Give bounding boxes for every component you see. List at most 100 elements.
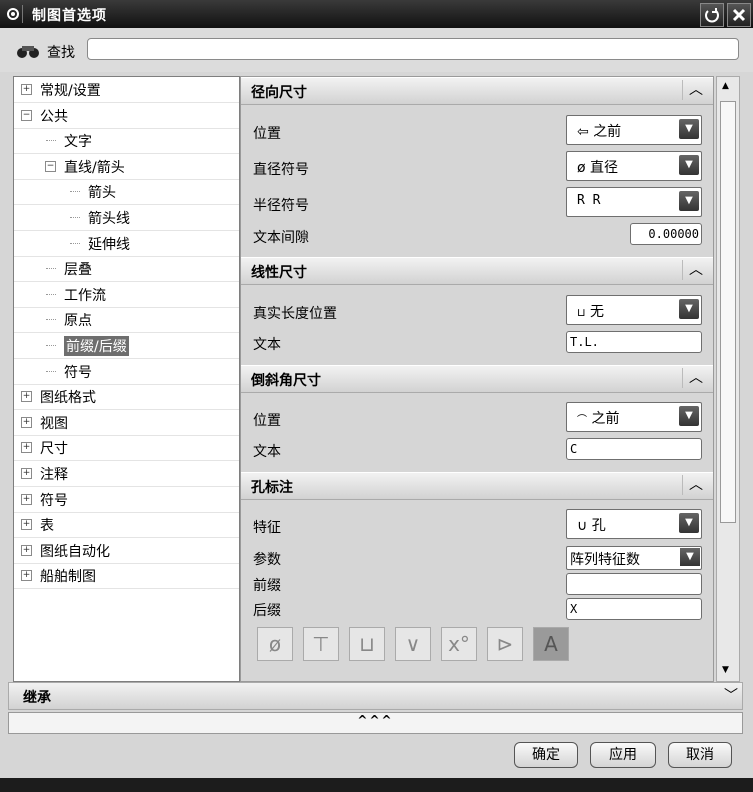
chevron-down-icon[interactable]: ▼ bbox=[679, 513, 699, 533]
reset-icon[interactable] bbox=[700, 3, 724, 27]
title-bar: 制图首选项 bbox=[0, 0, 753, 28]
tree-item-label: 船舶制图 bbox=[40, 569, 96, 586]
tree-item[interactable]: 原点 bbox=[14, 307, 239, 334]
gear-icon[interactable] bbox=[4, 5, 23, 23]
section-hole-header[interactable]: 孔标注 ︿ bbox=[241, 472, 713, 500]
tree-item[interactable]: + 符号 bbox=[14, 487, 239, 513]
vertical-scrollbar[interactable]: ▲ ▼ bbox=[716, 76, 740, 682]
chamfer-text-input[interactable]: C bbox=[566, 438, 702, 460]
diameter-symbol-select[interactable]: ø 直径 ▼ bbox=[566, 151, 702, 181]
chevron-down-icon[interactable]: ▼ bbox=[680, 548, 700, 566]
section-title: 径向尺寸 bbox=[251, 85, 307, 101]
tree-item[interactable]: + 船舶制图 bbox=[14, 563, 239, 590]
tree-item-label: 符号 bbox=[40, 492, 68, 509]
tree-item[interactable]: 工作流 bbox=[14, 282, 239, 308]
tree-item[interactable]: 箭头线 bbox=[14, 205, 239, 231]
hole-feature-select[interactable]: ∪ 孔 ▼ bbox=[566, 509, 702, 539]
tree-item-label: 箭头 bbox=[88, 185, 116, 202]
tree-item-label: 箭头线 bbox=[88, 211, 130, 227]
section-chamfer-header[interactable]: 倒斜角尺寸 ︿ bbox=[241, 365, 713, 393]
section-radial-header[interactable]: 径向尺寸 ︿ bbox=[241, 77, 713, 105]
tree-connector bbox=[46, 370, 56, 372]
close-icon[interactable] bbox=[727, 3, 751, 27]
tree-item[interactable]: 文字 bbox=[14, 128, 239, 155]
radius-symbol-label: 半径符号 bbox=[253, 198, 309, 214]
expand-icon[interactable]: + bbox=[21, 391, 32, 403]
expand-icon[interactable]: + bbox=[21, 544, 32, 556]
chevron-down-icon[interactable]: ﹀ bbox=[724, 685, 738, 705]
expand-icon[interactable]: + bbox=[21, 442, 32, 454]
tree-item[interactable]: 前缀/后缀 bbox=[14, 333, 239, 359]
scroll-down-icon[interactable]: ▼ bbox=[722, 665, 729, 675]
chevron-up-icon[interactable]: ︿ bbox=[682, 80, 709, 100]
tree-item[interactable]: + 图纸自动化 bbox=[14, 538, 239, 564]
inherit-section-header[interactable]: 继承 ﹀ bbox=[8, 682, 743, 710]
chevron-down-icon[interactable]: ▼ bbox=[679, 406, 699, 426]
chamfer-position-select[interactable]: ⌒ 之前 ▼ bbox=[566, 402, 702, 432]
diameter-symbol-button[interactable]: ø bbox=[257, 627, 293, 661]
section-title: 线性尺寸 bbox=[251, 265, 307, 281]
cancel-button[interactable]: 取消 bbox=[668, 742, 732, 768]
scroll-up-icon[interactable]: ▲ bbox=[722, 81, 729, 91]
prefix-label: 前缀 bbox=[253, 578, 281, 594]
linear-text-label: 文本 bbox=[253, 337, 281, 353]
expand-icon[interactable]: + bbox=[21, 519, 32, 531]
depth-symbol-button[interactable]: ⊤ bbox=[303, 627, 339, 661]
suffix-input[interactable]: X bbox=[566, 598, 702, 620]
expand-icon[interactable]: + bbox=[21, 570, 32, 582]
tree-item[interactable]: 箭头 bbox=[14, 179, 239, 206]
collapse-icon[interactable]: − bbox=[45, 160, 56, 172]
tree-item[interactable]: + 视图 bbox=[14, 410, 239, 436]
expand-icon[interactable]: + bbox=[21, 493, 32, 505]
expand-icon[interactable]: + bbox=[21, 416, 32, 428]
chevron-down-icon[interactable]: ▼ bbox=[679, 191, 699, 211]
chevron-down-icon[interactable]: ▼ bbox=[679, 155, 699, 175]
prefix-input[interactable] bbox=[566, 573, 702, 595]
chevron-down-icon[interactable]: ▼ bbox=[679, 119, 699, 139]
radial-position-label: 位置 bbox=[253, 126, 281, 142]
hole-icon: ∪ bbox=[577, 518, 588, 534]
settings-panel: 径向尺寸 ︿ 位置 ⇦ 之前 ▼ 直径符号 ø 直径 ▼ 半径符号 R R ▼ … bbox=[240, 76, 714, 682]
expand-icon[interactable]: + bbox=[21, 84, 32, 95]
linear-text-input[interactable]: T.L. bbox=[566, 331, 702, 353]
tree-item-label: 符号 bbox=[64, 364, 92, 381]
scrollbar-thumb[interactable] bbox=[720, 101, 736, 523]
expand-icon[interactable]: + bbox=[21, 468, 32, 479]
tree-item-label: 图纸格式 bbox=[40, 390, 96, 407]
chevron-up-icon[interactable]: ︿ bbox=[682, 475, 709, 495]
tree-item[interactable]: + 尺寸 bbox=[14, 435, 239, 462]
tree-item[interactable]: 符号 bbox=[14, 359, 239, 385]
hole-param-select[interactable]: 阵列特征数 ▼ bbox=[566, 546, 702, 570]
tree-connector bbox=[70, 217, 80, 218]
chevron-up-icon[interactable]: ︿ bbox=[682, 368, 709, 388]
collapse-bar[interactable]: ^^^ bbox=[8, 712, 743, 734]
section-title: 倒斜角尺寸 bbox=[251, 373, 321, 389]
tree-item[interactable]: + 常规/设置 bbox=[14, 77, 239, 103]
tree-item[interactable]: 层叠 bbox=[14, 256, 239, 283]
tree-item[interactable]: 延伸线 bbox=[14, 231, 239, 257]
true-length-select[interactable]: ⊔ 无 ▼ bbox=[566, 295, 702, 325]
text-gap-input[interactable]: 0.00000 bbox=[630, 223, 702, 245]
search-input[interactable] bbox=[87, 38, 739, 60]
tree-item-label: 原点 bbox=[64, 313, 92, 330]
tree-item[interactable]: + 表 bbox=[14, 512, 239, 539]
radial-position-select[interactable]: ⇦ 之前 ▼ bbox=[566, 115, 702, 145]
countersink-symbol-button[interactable]: ∨ bbox=[395, 627, 431, 661]
degree-symbol-button[interactable]: x° bbox=[441, 627, 477, 661]
tree-item[interactable]: − 公共 bbox=[14, 103, 239, 129]
dimension-icon: ⊔ bbox=[577, 306, 586, 319]
radius-symbol-select[interactable]: R R ▼ bbox=[566, 187, 702, 217]
tree-connector bbox=[70, 191, 80, 193]
text-symbol-button[interactable]: A bbox=[533, 627, 569, 661]
tree-item[interactable]: + 图纸格式 bbox=[14, 384, 239, 411]
chevron-down-icon[interactable]: ▼ bbox=[679, 299, 699, 319]
ok-button[interactable]: 确定 bbox=[514, 742, 578, 768]
slope-symbol-button[interactable]: ⊳ bbox=[487, 627, 523, 661]
tree-item[interactable]: − 直线/箭头 bbox=[14, 154, 239, 180]
apply-button[interactable]: 应用 bbox=[590, 742, 656, 768]
collapse-icon[interactable]: − bbox=[21, 109, 32, 121]
section-linear-header[interactable]: 线性尺寸 ︿ bbox=[241, 257, 713, 285]
tree-item[interactable]: + 注释 bbox=[14, 461, 239, 487]
chevron-up-icon[interactable]: ︿ bbox=[682, 260, 709, 280]
counterbore-symbol-button[interactable]: ⊔ bbox=[349, 627, 385, 661]
